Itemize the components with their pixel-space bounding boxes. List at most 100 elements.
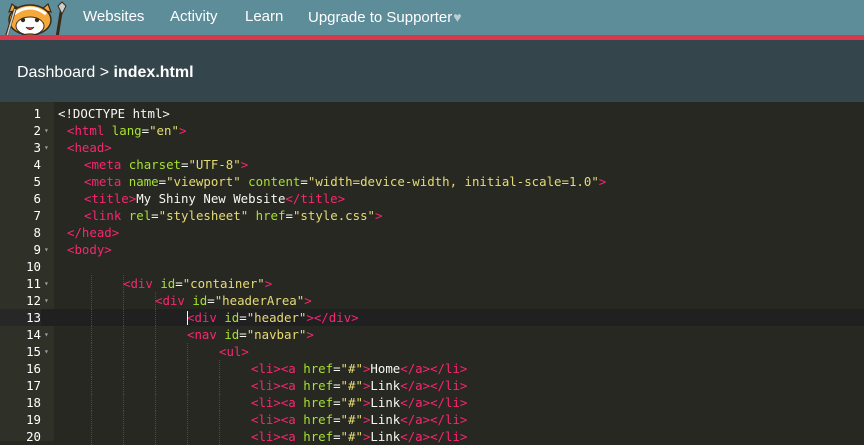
line-number: 9: [33, 242, 41, 257]
indent-guide: [91, 428, 92, 445]
code-line[interactable]: 4 <meta charset="UTF-8">: [0, 156, 864, 173]
indent-guide: [187, 343, 188, 360]
code-line[interactable]: 10: [0, 258, 864, 275]
fold-arrow-icon[interactable]: ▾: [44, 275, 49, 292]
indent-guide: [123, 326, 124, 343]
code-line[interactable]: 19 <li><a href="#">Link</a></li>: [0, 411, 864, 428]
code-line[interactable]: 17 <li><a href="#">Link</a></li>: [0, 377, 864, 394]
code-text: <html lang="en">: [67, 123, 187, 138]
indent-guide: [123, 309, 124, 326]
indent-guide: [123, 343, 124, 360]
code-line[interactable]: 2 ▾ <html lang="en">: [0, 122, 864, 139]
code-line[interactable]: 7 <link rel="stylesheet" href="style.css"…: [0, 207, 864, 224]
code-line[interactable]: 3 ▾ <head>: [0, 139, 864, 156]
code-line[interactable]: 13 <div id="header"></div>: [0, 309, 864, 326]
indent-guide: [91, 309, 92, 326]
code-text: <!DOCTYPE html>: [58, 106, 170, 121]
code-text: <meta charset="UTF-8">: [84, 157, 249, 172]
breadcrumb-current-file: index.html: [113, 64, 194, 81]
fold-arrow-icon[interactable]: ▾: [44, 326, 49, 343]
indent-guide: [155, 360, 156, 377]
code-line[interactable]: 9 ▾ <body>: [0, 241, 864, 258]
line-number: 5: [33, 174, 41, 189]
indent-guide: [155, 326, 156, 343]
heart-icon: ♥: [453, 9, 462, 25]
indent-guide: [91, 360, 92, 377]
indent-guide: [123, 428, 124, 445]
fold-arrow-icon[interactable]: ▾: [44, 139, 49, 156]
indent-guide: [123, 377, 124, 394]
code-editor[interactable]: 1 <!DOCTYPE html> 2 ▾ <html lang="en"> 3 ▾ <hea…: [0, 102, 864, 445]
code-text: <li><a href="#">Home</a></li>: [251, 361, 468, 376]
indent-guide: [187, 394, 188, 411]
code-text: <div id="header"></div>: [187, 310, 359, 325]
code-text: <link rel="stylesheet" href="style.css">: [84, 208, 383, 223]
indent-guide: [123, 394, 124, 411]
line-number: 4: [33, 157, 41, 172]
indent-guide: [91, 292, 92, 309]
line-number: 7: [33, 208, 41, 223]
code-line[interactable]: 16 <li><a href="#">Home</a></li>: [0, 360, 864, 377]
indent-guide: [123, 360, 124, 377]
code-text: <body>: [67, 242, 112, 257]
line-number: 15: [26, 344, 41, 359]
code-text: <li><a href="#">Link</a></li>: [251, 395, 468, 410]
indent-guide: [187, 360, 188, 377]
fold-arrow-icon[interactable]: ▾: [44, 292, 49, 309]
code-line[interactable]: 20 <li><a href="#">Link</a></li>: [0, 428, 864, 445]
fold-arrow-icon[interactable]: ▾: [44, 343, 49, 360]
indent-guide: [187, 411, 188, 428]
top-navigation-bar: Websites Activity Learn Upgrade to Suppo…: [0, 0, 864, 47]
line-number: 3: [33, 140, 41, 155]
indent-guide: [155, 343, 156, 360]
nav-link-activity[interactable]: Activity: [170, 8, 218, 26]
upgrade-label: Upgrade to Supporter: [308, 9, 453, 26]
line-number: 8: [33, 225, 41, 240]
indent-guide: [91, 394, 92, 411]
indent-guide: [91, 377, 92, 394]
indent-guide: [187, 428, 188, 445]
code-line[interactable]: 8 </head>: [0, 224, 864, 241]
indent-guide: [155, 309, 156, 326]
text-cursor: [187, 311, 188, 325]
code-text: </head>: [67, 225, 120, 240]
line-number: 1: [33, 106, 41, 121]
line-number: 13: [0, 309, 41, 326]
code-text: <div id="container">: [123, 276, 273, 291]
indent-guide: [91, 343, 92, 360]
indent-guide: [219, 377, 220, 394]
nav-link-websites[interactable]: Websites: [83, 8, 144, 26]
indent-guide: [219, 360, 220, 377]
code-line[interactable]: 11 ▾ <div id="container">: [0, 275, 864, 292]
code-text: <nav id="navbar">: [187, 327, 314, 342]
code-line[interactable]: 1 <!DOCTYPE html>: [0, 105, 864, 122]
indent-guide: [219, 428, 220, 445]
code-line[interactable]: 12 ▾ <div id="headerArea">: [0, 292, 864, 309]
indent-guide: [91, 275, 92, 292]
breadcrumb: Dashboard > index.html: [17, 64, 194, 82]
code-line[interactable]: 15 ▾ <ul>: [0, 343, 864, 360]
code-line[interactable]: 5 <meta name="viewport" content="width=de…: [0, 173, 864, 190]
code-line[interactable]: 14 ▾ <nav id="navbar">: [0, 326, 864, 343]
line-number: 20: [26, 429, 41, 444]
breadcrumb-dashboard-link[interactable]: Dashboard: [17, 64, 95, 81]
indent-guide: [187, 377, 188, 394]
fold-arrow-icon[interactable]: ▾: [44, 122, 49, 139]
line-number: 6: [33, 191, 41, 206]
fold-arrow-icon[interactable]: ▾: [44, 241, 49, 258]
line-number: 2: [33, 123, 41, 138]
line-number: 16: [26, 361, 41, 376]
dashboard-header: Dashboard > index.html: [0, 40, 864, 102]
indent-guide: [123, 292, 124, 309]
nav-link-learn[interactable]: Learn: [245, 8, 283, 26]
indent-guide: [219, 411, 220, 428]
code-text: <meta name="viewport" content="width=dev…: [84, 174, 607, 189]
code-line[interactable]: 6 <title>My Shiny New Website</title>: [0, 190, 864, 207]
code-line[interactable]: 18 <li><a href="#">Link</a></li>: [0, 394, 864, 411]
nav-link-upgrade[interactable]: Upgrade to Supporter♥: [308, 8, 462, 27]
indent-guide: [91, 411, 92, 428]
breadcrumb-separator: >: [99, 64, 110, 81]
code-text: <div id="headerArea">: [155, 293, 312, 308]
code-text: <ul>: [219, 344, 249, 359]
line-number: 17: [26, 378, 41, 393]
